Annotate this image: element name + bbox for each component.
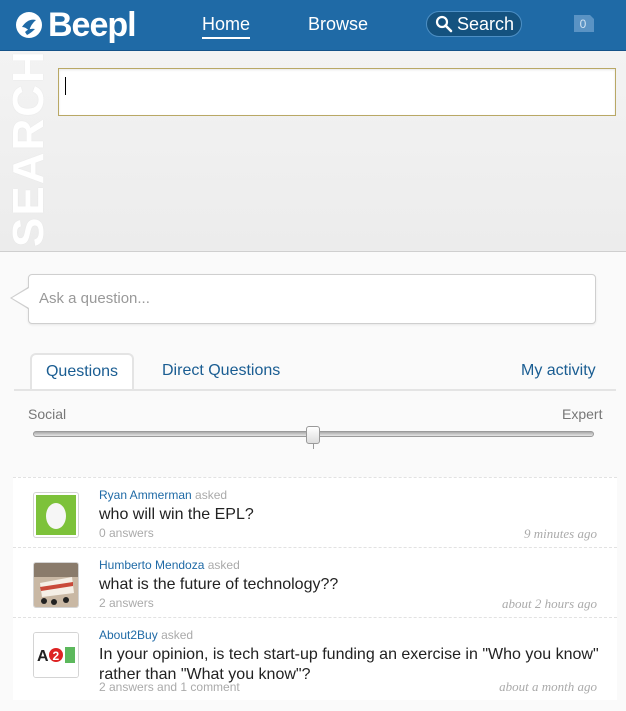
nav-home-link[interactable]: Home (202, 14, 251, 39)
nav-browse-link[interactable]: Browse (308, 14, 368, 35)
notification-bubble-icon: 0 (574, 15, 594, 32)
tab-questions[interactable]: Questions (30, 353, 134, 389)
question-answer-count[interactable]: 0 answers (99, 526, 154, 540)
question-byline: Ryan Ammerman asked (99, 488, 227, 502)
slider-center-tick (313, 444, 314, 449)
main-content: Ask a question... Questions Direct Quest… (0, 252, 626, 711)
ask-question-input[interactable]: Ask a question... (28, 274, 596, 324)
a2b-logo-avatar-icon: A 2 (34, 633, 78, 677)
beepl-logo-icon (16, 12, 42, 38)
notifications-button[interactable]: 0 (572, 13, 596, 34)
cake-photo-avatar-icon (34, 563, 78, 607)
svg-text:2: 2 (53, 649, 60, 663)
text-caret (65, 77, 66, 95)
question-text[interactable]: what is the future of technology?? (99, 575, 599, 595)
question-list: Ryan Ammerman asked who will win the EPL… (13, 477, 617, 700)
question-timestamp: about 2 hours ago (502, 596, 597, 611)
question-item[interactable]: Ryan Ammerman asked who will win the EPL… (13, 477, 617, 547)
avatar[interactable]: A 2 (33, 632, 79, 678)
question-tabs: Questions Direct Questions My activity (14, 353, 616, 391)
question-user-link[interactable]: About2Buy (99, 628, 158, 642)
notification-count: 0 (580, 17, 587, 31)
search-input[interactable] (58, 68, 616, 116)
nav-search-label: Search (457, 13, 515, 34)
slider-left-label: Social (28, 406, 67, 422)
question-answer-count[interactable]: 2 answers (99, 596, 154, 610)
search-panel: SEARCH (0, 51, 626, 252)
question-byline: Humberto Mendoza asked (99, 558, 240, 572)
question-timestamp: about a month ago (499, 679, 597, 694)
slider-right-label: Expert (562, 406, 603, 422)
question-action: asked (161, 628, 194, 642)
question-timestamp: 9 minutes ago (524, 526, 597, 541)
question-item[interactable]: A 2 About2Buy asked In your opinion, is … (13, 617, 617, 700)
app-logo[interactable]: Beepl (14, 4, 137, 46)
tab-my-activity[interactable]: My activity (521, 353, 596, 389)
question-action: asked (207, 558, 240, 572)
ask-bubble-tail-inner (12, 288, 29, 308)
question-action: asked (195, 488, 228, 502)
nav-search-button[interactable]: Search (426, 11, 522, 37)
question-item[interactable]: Humberto Mendoza asked what is the futur… (13, 547, 617, 617)
search-side-label-area: SEARCH (0, 51, 52, 251)
avatar[interactable] (33, 492, 79, 538)
question-text[interactable]: who will win the EPL? (99, 505, 599, 525)
question-byline: About2Buy asked (99, 628, 193, 642)
svg-text:A: A (37, 648, 49, 665)
tab-direct-questions[interactable]: Direct Questions (162, 353, 280, 389)
question-user-link[interactable]: Ryan Ammerman (99, 488, 192, 502)
avatar[interactable] (33, 562, 79, 608)
app-name: Beepl (48, 5, 137, 44)
search-icon (435, 15, 453, 33)
question-answer-count[interactable]: 2 answers and 1 comment (99, 680, 240, 694)
search-side-label: SEARCH (4, 51, 52, 247)
question-user-link[interactable]: Humberto Mendoza (99, 558, 204, 572)
social-expert-slider-thumb[interactable] (306, 426, 320, 444)
top-bar: Beepl Home Browse Search 0 (0, 0, 626, 51)
green-egg-avatar-icon (36, 495, 76, 535)
